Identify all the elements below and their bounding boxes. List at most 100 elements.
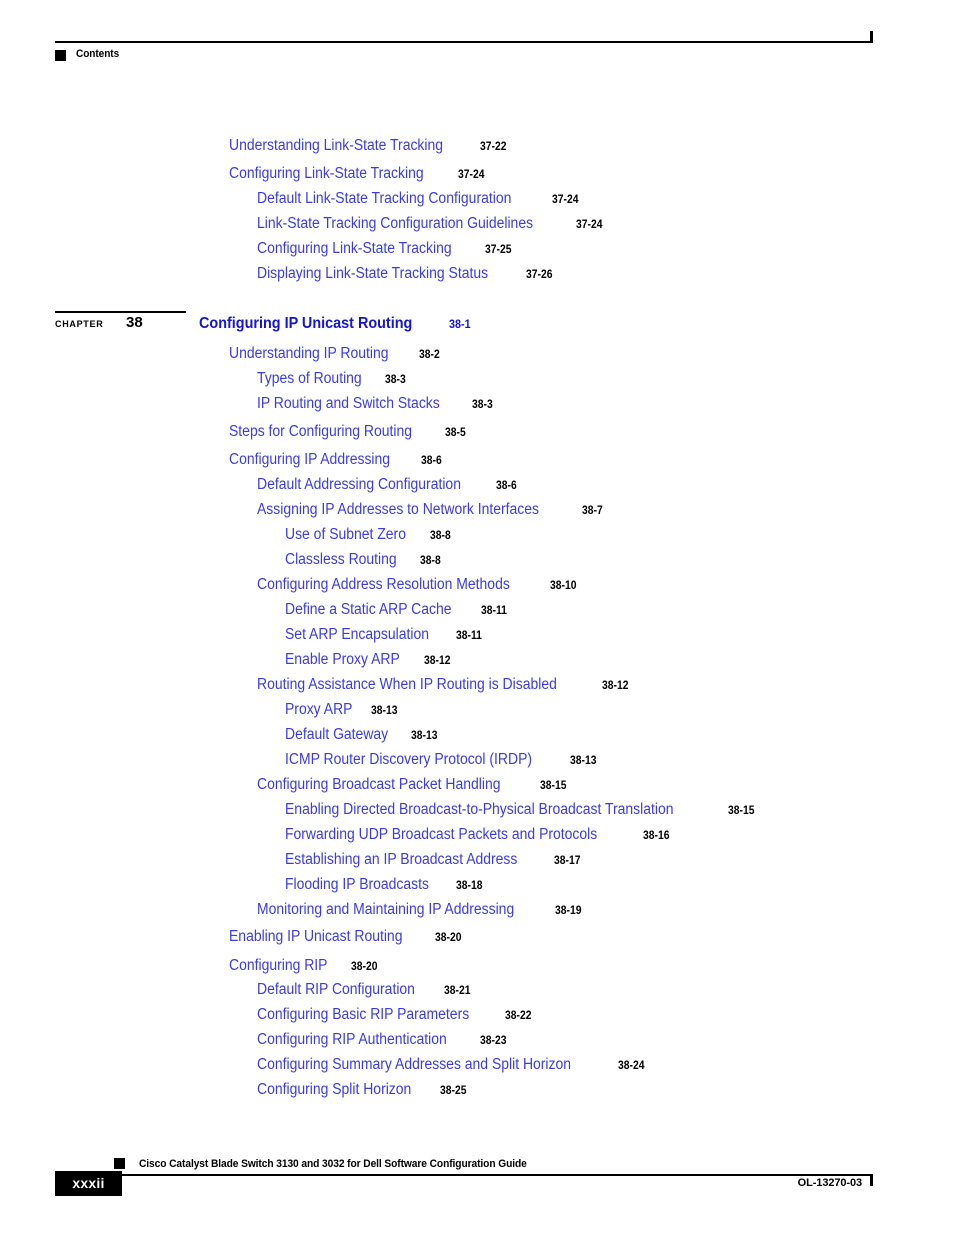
document-id: OL-13270-03 <box>797 1177 862 1189</box>
toc-entry-page: 38-21 <box>444 985 471 997</box>
toc-entry-page: 38-13 <box>410 730 438 742</box>
toc-entry[interactable]: Configuring Basic RIP Parameters 38-22 <box>257 1007 534 1023</box>
toc-entry-label: Forwarding UDP Broadcast Packets and Pro… <box>285 826 598 843</box>
toc-entry-page: 38-3 <box>385 374 407 386</box>
toc-entry[interactable]: Proxy ARP 38-13 <box>285 702 400 718</box>
toc-entry-label: Configuring Link-State Tracking <box>257 240 452 257</box>
header-title: Contents <box>76 48 120 60</box>
toc-entry-page: 38-3 <box>472 399 493 411</box>
toc-entry-page: 38-11 <box>480 605 507 617</box>
black-square-icon <box>114 1158 125 1169</box>
toc-entry-label: Types of Routing <box>257 370 362 387</box>
toc-entry[interactable]: Configuring Broadcast Packet Handling 38-… <box>257 777 569 793</box>
toc-entry-label: Proxy ARP <box>285 701 353 718</box>
toc-entry[interactable]: ICMP Router Discovery Protocol (IRDP) 38-… <box>285 752 600 768</box>
toc-entry-label: Configuring RIP Authentication <box>257 1031 447 1048</box>
toc-entry-label: Use of Subnet Zero <box>285 526 406 543</box>
toc-entry[interactable]: Link-State Tracking Configuration Guidel… <box>257 216 605 232</box>
toc-entry-page: 38-15 <box>539 780 567 792</box>
toc-entry-label: Define a Static ARP Cache <box>285 601 452 618</box>
chapter-rule <box>55 311 186 313</box>
toc-entry[interactable]: Assigning IP Addresses to Network Interf… <box>257 502 605 518</box>
toc-entry-page: 37-24 <box>458 169 485 181</box>
toc-entry-page: 38-19 <box>554 905 582 917</box>
toc-entry-page: 37-24 <box>551 194 579 206</box>
toc-entry-page: 37-25 <box>485 244 512 256</box>
footer-document-title: Cisco Catalyst Blade Switch 3130 and 303… <box>139 1158 527 1170</box>
chapter-number: 38 <box>126 314 143 331</box>
toc-entry[interactable]: Understanding Link-State Tracking 37-22 <box>229 138 509 154</box>
toc-entry-label: Flooding IP Broadcasts <box>285 876 429 893</box>
toc-entry[interactable]: Classless Routing 38-8 <box>285 552 443 568</box>
toc-entry-page: 38-11 <box>456 630 482 642</box>
toc-entry-label: Displaying Link-State Tracking Status <box>257 265 489 282</box>
toc-entry-page: 38-6 <box>495 480 517 492</box>
toc-entry[interactable]: Forwarding UDP Broadcast Packets and Pro… <box>285 827 672 843</box>
toc-entry-page: 38-18 <box>455 880 483 892</box>
toc-entry-page: 38-12 <box>423 655 450 667</box>
footer-rule <box>55 1174 872 1176</box>
toc-entry-label: Set ARP Encapsulation <box>285 626 429 643</box>
chapter-label: CHAPTER <box>55 319 104 329</box>
toc-entry-page: 38-22 <box>504 1010 532 1022</box>
toc-entry-page: 38-24 <box>617 1060 645 1072</box>
toc-entry-page: 38-5 <box>445 427 467 439</box>
toc-entry-label: Configuring Split Horizon <box>257 1081 412 1098</box>
toc-entry[interactable]: Default Addressing Configuration 38-6 <box>257 477 519 493</box>
toc-entry[interactable]: Default Gateway 38-13 <box>285 727 440 743</box>
toc-entry-label: Routing Assistance When IP Routing is Di… <box>257 676 557 693</box>
toc-entry[interactable]: Set ARP Encapsulation 38-11 <box>285 627 485 643</box>
toc-entry[interactable]: Default RIP Configuration 38-21 <box>257 982 474 998</box>
toc-entry-label: Steps for Configuring Routing <box>229 423 413 440</box>
toc-entry[interactable]: Define a Static ARP Cache 38-11 <box>285 602 510 618</box>
toc-entry-label: Monitoring and Maintaining IP Addressing <box>257 901 515 918</box>
toc-entry-label: Enabling Directed Broadcast-to-Physical … <box>285 801 674 818</box>
toc-entry[interactable]: Types of Routing 38-3 <box>257 371 408 387</box>
toc-entry-page: 38-8 <box>420 555 441 567</box>
toc-entry-label: Assigning IP Addresses to Network Interf… <box>257 501 539 518</box>
toc-entry[interactable]: Configuring Link-State Tracking 37-24 <box>229 166 488 182</box>
toc-entry[interactable]: Default Link-State Tracking Configuratio… <box>257 191 581 207</box>
toc-entry-label: Configuring Basic RIP Parameters <box>257 1006 470 1023</box>
toc-entry-page: 38-16 <box>642 830 670 842</box>
toc-entry-page: 37-26 <box>525 269 553 281</box>
toc-entry[interactable]: Configuring Address Resolution Methods 38… <box>257 577 579 593</box>
toc-entry-chapter-title[interactable]: Configuring IP Unicast Routing 38-1 <box>199 315 473 333</box>
toc-entry-label: Configuring Address Resolution Methods <box>257 576 510 593</box>
toc-entry[interactable]: Displaying Link-State Tracking Status 37-… <box>257 266 555 282</box>
toc-entry[interactable]: Enabling Directed Broadcast-to-Physical … <box>285 802 757 818</box>
toc-entry[interactable]: Monitoring and Maintaining IP Addressing… <box>257 902 584 918</box>
toc-entry-page: 38-10 <box>549 580 577 592</box>
toc-entry[interactable]: Establishing an IP Broadcast Address 38-1… <box>285 852 584 868</box>
toc-entry[interactable]: Steps for Configuring Routing 38-5 <box>229 424 468 440</box>
toc-entry-page: 38-25 <box>440 1085 467 1097</box>
toc-entry[interactable]: IP Routing and Switch Stacks 38-3 <box>257 396 495 412</box>
toc-entry-label: Classless Routing <box>285 551 397 568</box>
toc-entry[interactable]: Enable Proxy ARP 38-12 <box>285 652 453 668</box>
header-rule <box>55 41 872 43</box>
toc-entry[interactable]: Routing Assistance When IP Routing is Di… <box>257 677 632 693</box>
toc-entry-page: 38-13 <box>370 705 398 717</box>
toc-entry-label: Configuring Summary Addresses and Split … <box>257 1056 572 1073</box>
toc-entry[interactable]: Enabling IP Unicast Routing 38-20 <box>229 929 464 945</box>
toc-entry-label: ICMP Router Discovery Protocol (IRDP) <box>285 751 533 768</box>
toc-entry-label: Understanding Link-State Tracking <box>229 137 444 154</box>
toc-entry[interactable]: Configuring RIP Authentication 38-23 <box>257 1032 509 1048</box>
toc-entry[interactable]: Understanding IP Routing 38-2 <box>229 346 442 362</box>
toc-entry-label: Default Link-State Tracking Configuratio… <box>257 190 512 207</box>
toc-entry[interactable]: Configuring Summary Addresses and Split … <box>257 1057 647 1073</box>
toc-entry-label: Default RIP Configuration <box>257 981 415 998</box>
toc-entry-page: 38-23 <box>479 1035 507 1047</box>
toc-entry-label: Configuring RIP <box>229 957 328 974</box>
toc-entry[interactable]: Use of Subnet Zero 38-8 <box>285 527 453 543</box>
toc-entry-label: Configuring IP Addressing <box>229 451 391 468</box>
toc-entry-page: 38-13 <box>570 755 597 767</box>
toc-entry[interactable]: Configuring RIP 38-20 <box>229 958 381 974</box>
black-square-icon <box>55 50 66 61</box>
toc-entry[interactable]: Configuring IP Addressing 38-6 <box>229 452 444 468</box>
toc-entry-label: Configuring IP Unicast Routing <box>199 315 413 332</box>
toc-entry[interactable]: Flooding IP Broadcasts 38-18 <box>285 877 485 893</box>
toc-entry-label: Configuring Broadcast Packet Handling <box>257 776 501 793</box>
toc-entry[interactable]: Configuring Link-State Tracking 37-25 <box>257 241 515 257</box>
toc-entry[interactable]: Configuring Split Horizon 38-25 <box>257 1082 470 1098</box>
